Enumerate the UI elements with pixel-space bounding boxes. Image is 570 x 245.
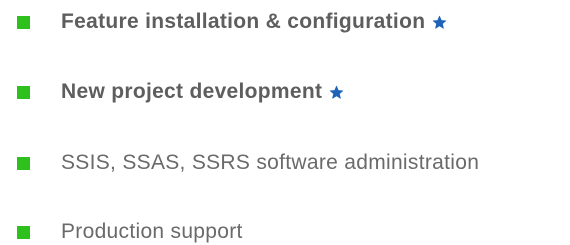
list-item-production-support: Production support — [17, 219, 243, 245]
green-square-bullet-icon — [17, 156, 30, 170]
list-item-new-project-development: New project development — [17, 79, 344, 105]
green-square-bullet-icon — [17, 15, 30, 29]
green-square-bullet-icon — [17, 85, 30, 99]
star-icon — [329, 85, 344, 100]
star-icon — [432, 15, 447, 30]
list-item-software-administration: SSIS, SSAS, SSRS software administration — [17, 150, 479, 176]
green-square-bullet-icon — [17, 225, 30, 239]
feature-list: Feature installation & configuration New… — [0, 0, 570, 245]
list-item-label: SSIS, SSAS, SSRS software administration — [61, 151, 480, 174]
list-item-label: Production support — [61, 220, 243, 243]
list-item-label: Feature installation & configuration — [61, 10, 426, 33]
list-item-label: New project development — [61, 80, 323, 103]
list-item-feature-installation: Feature installation & configuration — [17, 9, 447, 35]
